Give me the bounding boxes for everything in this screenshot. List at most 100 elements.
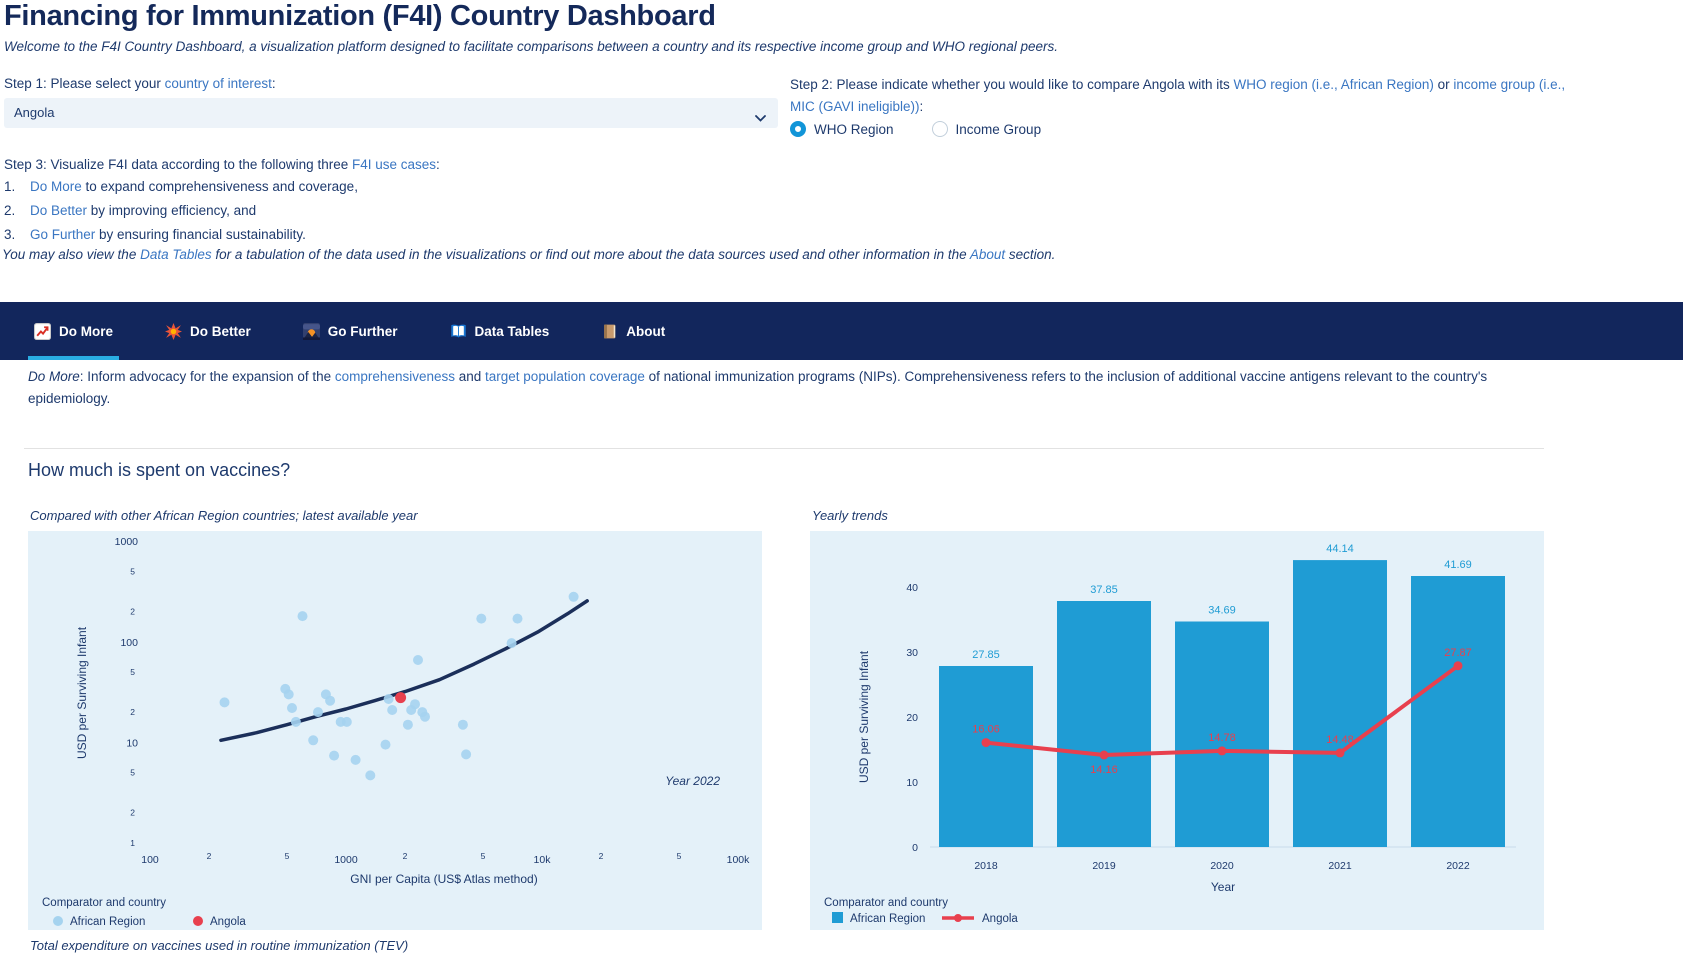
svg-text:30: 30 — [906, 647, 918, 659]
svg-text:2: 2 — [403, 851, 408, 861]
list-item: 3. Go Further by ensuring financial sust… — [4, 228, 358, 242]
trend-line — [221, 601, 587, 740]
closed-book-icon — [601, 323, 618, 340]
step2-radio-group: WHO Region Income Group — [790, 121, 1041, 137]
list-text: Do Better by improving efficiency, and — [30, 204, 256, 218]
list-item: 2. Do Better by improving efficiency, an… — [4, 204, 358, 218]
comparator-points — [220, 592, 579, 781]
svg-text:5: 5 — [677, 851, 682, 861]
svg-text:2021: 2021 — [1328, 860, 1352, 872]
step2-label: Step 2: Please indicate whether you woul… — [790, 74, 1570, 118]
list-text: Do More to expand comprehensiveness and … — [30, 180, 358, 194]
svg-text:5: 5 — [285, 851, 290, 861]
bar-chart: 01020304027.8537.8534.6944.1441.6916.061… — [810, 531, 1544, 930]
svg-text:10k: 10k — [534, 854, 552, 866]
tab-go-further[interactable]: Go Further — [297, 302, 404, 360]
open-book-icon — [450, 323, 467, 340]
chart-footnote: Total expenditure on vaccines used in ro… — [30, 938, 408, 953]
step3-label: Step 3: Visualize F4I data according to … — [4, 157, 440, 172]
legend: Comparator and country African Region Ango… — [824, 897, 1018, 925]
x-axis: 100 2 5 1000 2 5 10k 2 5 100k — [141, 851, 750, 866]
svg-text:100: 100 — [120, 637, 138, 649]
svg-text:100k: 100k — [727, 854, 751, 866]
list-number: 2. — [4, 204, 30, 218]
list-number: 1. — [4, 180, 30, 194]
svg-text:27.85: 27.85 — [972, 649, 1000, 661]
svg-text:2: 2 — [207, 851, 212, 861]
svg-text:20: 20 — [906, 712, 918, 724]
svg-text:5: 5 — [481, 851, 486, 861]
svg-text:2: 2 — [599, 851, 604, 861]
step1-label: Step 1: Please select your country of in… — [4, 76, 276, 91]
svg-text:2018: 2018 — [974, 860, 998, 872]
svg-text:40: 40 — [906, 582, 918, 594]
radio-income-group[interactable]: Income Group — [932, 121, 1042, 137]
svg-text:10: 10 — [126, 737, 138, 749]
section-divider — [24, 448, 1544, 449]
y-axis: 1000521005210521 — [115, 536, 139, 848]
svg-text:5: 5 — [130, 566, 135, 576]
svg-text:37.85: 37.85 — [1090, 584, 1118, 596]
svg-text:Angola: Angola — [982, 913, 1018, 925]
step3-list: 1. Do More to expand comprehensiveness a… — [4, 180, 358, 252]
y-axis-label: USD per Surviving Infant — [75, 626, 89, 759]
country-select-value: Angola — [14, 98, 54, 128]
svg-text:5: 5 — [130, 768, 135, 778]
svg-text:African Region: African Region — [850, 913, 925, 925]
svg-text:27.87: 27.87 — [1444, 647, 1472, 659]
svg-text:0: 0 — [912, 842, 918, 854]
svg-text:16.06: 16.06 — [972, 724, 1000, 736]
list-item: 1. Do More to expand comprehensiveness a… — [4, 180, 358, 194]
x-axis-label: Year — [1211, 880, 1235, 894]
svg-text:10: 10 — [906, 777, 918, 789]
tab-do-better[interactable]: Do Better — [159, 302, 257, 360]
radio-button-icon[interactable] — [932, 121, 948, 137]
svg-text:34.69: 34.69 — [1208, 605, 1236, 617]
svg-text:1000: 1000 — [334, 854, 358, 866]
tab-label: About — [626, 324, 665, 339]
svg-text:14.48: 14.48 — [1326, 734, 1354, 746]
radio-who-region-label: WHO Region — [814, 122, 894, 137]
chevron-down-icon — [755, 109, 766, 127]
y-axis-label: USD per Surviving Infant — [857, 650, 871, 783]
radio-button-icon[interactable] — [790, 121, 806, 137]
bar-chart-caption: Yearly trends — [812, 508, 888, 523]
scatter-chart: 1000 5 2 100 5 2 10 5 2 1 100 2 5 1000 2 5 10k 2 5 100k GNI … — [28, 531, 762, 930]
svg-text:Angola: Angola — [210, 916, 246, 928]
svg-text:1: 1 — [130, 838, 135, 848]
svg-text:2: 2 — [130, 707, 135, 717]
tab-label: Do Better — [190, 324, 251, 339]
page-subtitle: Welcome to the F4I Country Dashboard, a … — [4, 39, 1058, 54]
page-title: Financing for Immunization (F4I) Country… — [4, 0, 716, 33]
tab-about[interactable]: About — [595, 302, 671, 360]
svg-text:African Region: African Region — [70, 916, 145, 928]
y-axis: 0 10 20 30 40 — [906, 582, 918, 854]
tab-data-tables[interactable]: Data Tables — [444, 302, 556, 360]
tab-label: Do More — [59, 324, 113, 339]
radio-who-region[interactable]: WHO Region — [790, 121, 894, 137]
svg-text:2: 2 — [130, 808, 135, 818]
page-note: You may also view the Data Tables for a … — [2, 247, 1055, 262]
svg-text:5: 5 — [130, 667, 135, 677]
x-axis-label: GNI per Capita (US$ Atlas method) — [350, 872, 537, 886]
list-text: Go Further by ensuring financial sustain… — [30, 228, 306, 242]
svg-text:100: 100 — [141, 854, 159, 866]
section-heading: How much is spent on vaccines? — [28, 460, 290, 481]
country-select[interactable]: Angola — [4, 98, 778, 128]
angola-point — [395, 692, 406, 703]
tab-label: Data Tables — [475, 324, 550, 339]
svg-text:44.14: 44.14 — [1326, 543, 1354, 555]
x-axis: 20182019202020212022 — [974, 860, 1470, 872]
svg-text:2020: 2020 — [1210, 860, 1234, 872]
sunrise-icon — [303, 323, 320, 340]
do-more-intro: Do More: Inform advocacy for the expansi… — [28, 366, 1530, 410]
svg-text:2022: 2022 — [1446, 860, 1470, 872]
svg-text:2: 2 — [130, 607, 135, 617]
svg-text:Comparator and country: Comparator and country — [824, 897, 948, 909]
collision-icon — [165, 323, 182, 340]
legend: Comparator and countryAfrican RegionAngo… — [42, 897, 246, 928]
year-annotation: Year 2022 — [665, 774, 720, 788]
tab-do-more[interactable]: Do More — [28, 302, 119, 360]
navbar: Do More Do Better Go Further Data Tables… — [0, 302, 1683, 360]
chart-increasing-icon — [34, 323, 51, 340]
